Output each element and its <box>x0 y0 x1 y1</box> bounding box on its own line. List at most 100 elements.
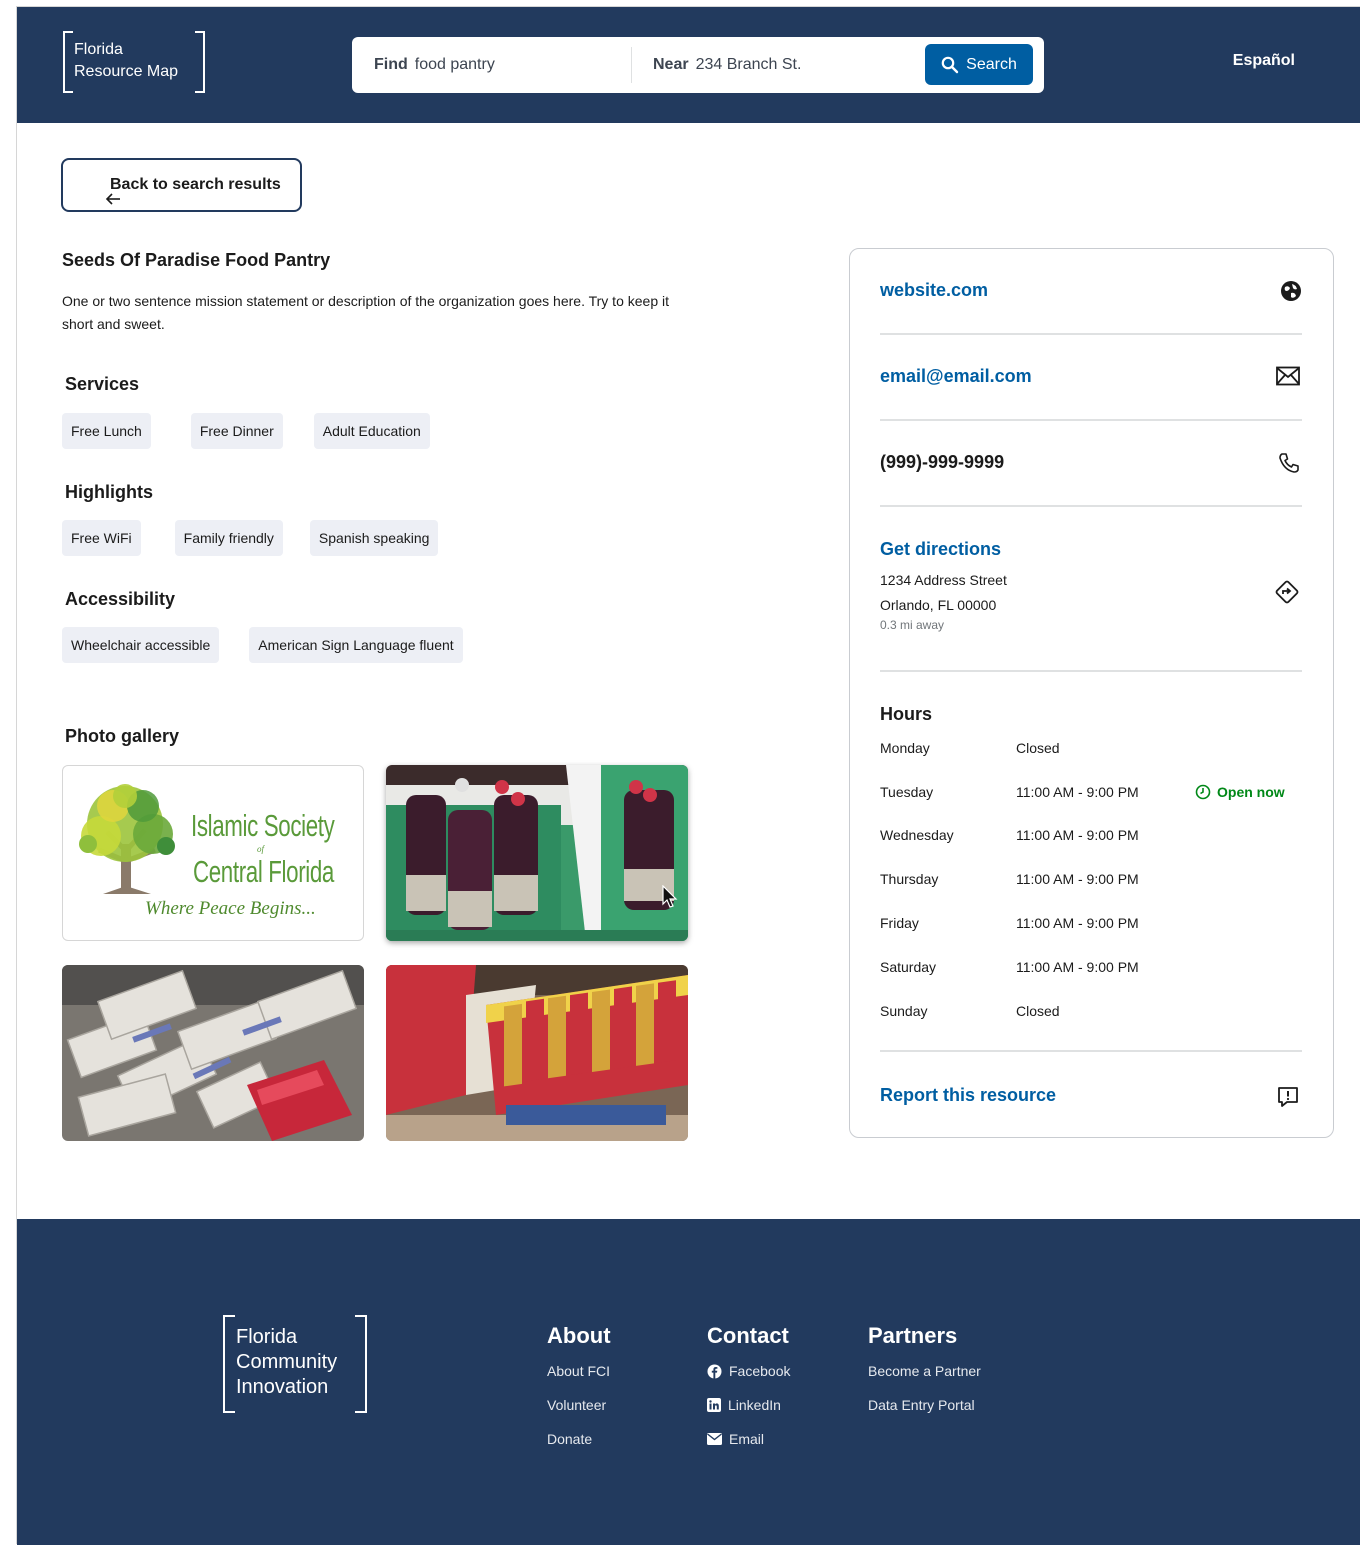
footer-link-email[interactable]: Email <box>707 1431 790 1465</box>
hours-day: Monday <box>880 740 930 756</box>
clock-icon <box>1195 784 1211 800</box>
hours-title: Hours <box>880 704 933 724</box>
near-field[interactable]: Near 234 Branch St. <box>653 37 913 93</box>
divider <box>880 505 1302 507</box>
back-button-label: Back to search results <box>110 176 281 193</box>
find-label: Find <box>374 56 408 73</box>
footer-partners-title: Partners <box>868 1323 958 1348</box>
hours-day: Thursday <box>880 871 939 887</box>
logo-bracket-right <box>195 31 205 93</box>
language-toggle[interactable]: Español <box>1233 52 1295 70</box>
services-title: Services <box>65 374 140 394</box>
footer-link-about-fci[interactable]: About FCI <box>547 1363 611 1397</box>
bottles-image <box>386 765 688 941</box>
highlight-tag: Family friendly <box>174 520 283 556</box>
divider <box>880 670 1302 672</box>
hours-time: 11:00 AM - 9:00 PM <box>1016 871 1139 887</box>
address-line-1: 1234 Address Street <box>880 572 1007 588</box>
report-resource-link[interactable]: Report this resource <box>880 1085 1056 1105</box>
contact-card: website.com email@email.com (999)-999-99… <box>849 248 1334 1138</box>
divider <box>880 419 1302 421</box>
hours-day: Saturday <box>880 959 937 975</box>
phone-number[interactable]: (999)-999-9999 <box>880 452 1004 472</box>
hours-time: 11:00 AM - 9:00 PM <box>1016 784 1139 800</box>
site-footer: Florida Community Innovation About About… <box>17 1219 1360 1545</box>
logo-line-2: Resource Map <box>74 63 179 80</box>
search-button[interactable]: Search <box>925 44 1033 85</box>
mail-icon <box>1276 366 1300 391</box>
footer-logo-line-2: Community <box>236 1351 338 1373</box>
photo-gallery-title: Photo gallery <box>65 726 180 746</box>
get-directions-link[interactable]: Get directions <box>880 539 1302 560</box>
organization-name: Seeds Of Paradise Food Pantry <box>62 250 331 270</box>
highlights-tags: Free WiFi Family friendly Spanish speaki… <box>62 520 439 556</box>
logo-text-line-1: Islamic Society <box>191 808 335 843</box>
divider <box>880 333 1302 335</box>
accessibility-tags: Wheelchair accessible American Sign Lang… <box>62 627 463 663</box>
find-field[interactable]: Find food pantry <box>374 37 624 93</box>
gallery-photo-boxes[interactable] <box>386 965 688 1141</box>
phone-icon <box>1278 452 1300 479</box>
mouse-cursor-icon <box>662 885 678 908</box>
directions-row: Get directions 1234 Address Street Orlan… <box>880 539 1302 649</box>
logo-bracket-right <box>355 1315 367 1413</box>
accessibility-title: Accessibility <box>65 589 176 609</box>
highlights-title: Highlights <box>65 482 153 502</box>
footer-link-data-entry-portal[interactable]: Data Entry Portal <box>868 1397 981 1431</box>
services-tags: Free Lunch Free Dinner Adult Education <box>62 413 430 449</box>
facebook-label: Facebook <box>729 1363 791 1379</box>
email-link[interactable]: email@email.com <box>880 366 1032 386</box>
accessibility-tag: Wheelchair accessible <box>62 627 220 663</box>
linkedin-icon <box>707 1398 721 1412</box>
hours-time: 11:00 AM - 9:00 PM <box>1016 915 1139 931</box>
footer-link-become-partner[interactable]: Become a Partner <box>868 1363 981 1397</box>
open-now-badge: Open now <box>1195 784 1285 800</box>
envelope-icon <box>707 1433 722 1445</box>
footer-logo[interactable]: Florida Community Innovation <box>223 1315 367 1413</box>
email-row[interactable]: email@email.com <box>880 366 1302 392</box>
website-link[interactable]: website.com <box>880 280 988 300</box>
footer-link-donate[interactable]: Donate <box>547 1431 611 1465</box>
hours-time: 11:00 AM - 9:00 PM <box>1016 827 1139 843</box>
hours-day: Friday <box>880 915 919 931</box>
gallery-photo-logo[interactable]: Islamic Society of Central Florida Where… <box>62 765 364 941</box>
open-now-label: Open now <box>1217 784 1285 800</box>
linkedin-label: LinkedIn <box>728 1397 781 1413</box>
footer-logo-line-1: Florida <box>236 1326 298 1348</box>
logo-bracket-left <box>223 1315 235 1413</box>
search-button-label: Search <box>966 55 1017 73</box>
gallery-photo-bottles[interactable] <box>386 765 688 941</box>
highlight-tag: Spanish speaking <box>309 520 439 556</box>
site-logo[interactable]: Florida Resource Map <box>63 31 205 93</box>
hours-time: Closed <box>1016 740 1060 756</box>
footer-about-column: About About FCI Volunteer Donate <box>547 1323 611 1465</box>
photo-gallery: Islamic Society of Central Florida Where… <box>62 765 688 1143</box>
search-bar: Find food pantry Near 234 Branch St. Sea… <box>352 37 1044 93</box>
phone-row[interactable]: (999)-999-9999 <box>880 452 1302 478</box>
search-divider <box>631 47 632 83</box>
back-to-results-button[interactable]: Back to search results <box>61 158 302 212</box>
logo-text-line-2: Central Florida <box>193 854 334 889</box>
directions-icon[interactable] <box>1274 579 1300 610</box>
email-label: Email <box>729 1431 765 1447</box>
search-icon <box>941 56 959 73</box>
hours-time: Closed <box>1016 1003 1060 1019</box>
boxes-image <box>386 965 688 1141</box>
logo-tagline: Where Peace Begins... <box>145 898 316 919</box>
footer-about-title: About <box>547 1323 611 1348</box>
service-tag: Free Dinner <box>190 413 283 449</box>
arrow-left-icon <box>105 193 121 209</box>
facebook-icon <box>707 1364 722 1379</box>
near-input[interactable]: 234 Branch St. <box>696 56 802 74</box>
gallery-photo-eggs[interactable] <box>62 965 364 1141</box>
footer-link-linkedin[interactable]: LinkedIn <box>707 1397 790 1431</box>
report-row[interactable]: Report this resource <box>880 1085 1302 1111</box>
footer-link-volunteer[interactable]: Volunteer <box>547 1397 611 1431</box>
footer-logo-line-3: Innovation <box>236 1376 329 1398</box>
page: Florida Resource Map Find food pantry Ne… <box>16 6 1360 1545</box>
footer-link-facebook[interactable]: Facebook <box>707 1363 790 1397</box>
highlight-tag: Free WiFi <box>62 520 141 556</box>
find-input[interactable]: food pantry <box>415 56 495 74</box>
service-tag: Adult Education <box>313 413 430 449</box>
website-row[interactable]: website.com <box>880 280 1302 306</box>
